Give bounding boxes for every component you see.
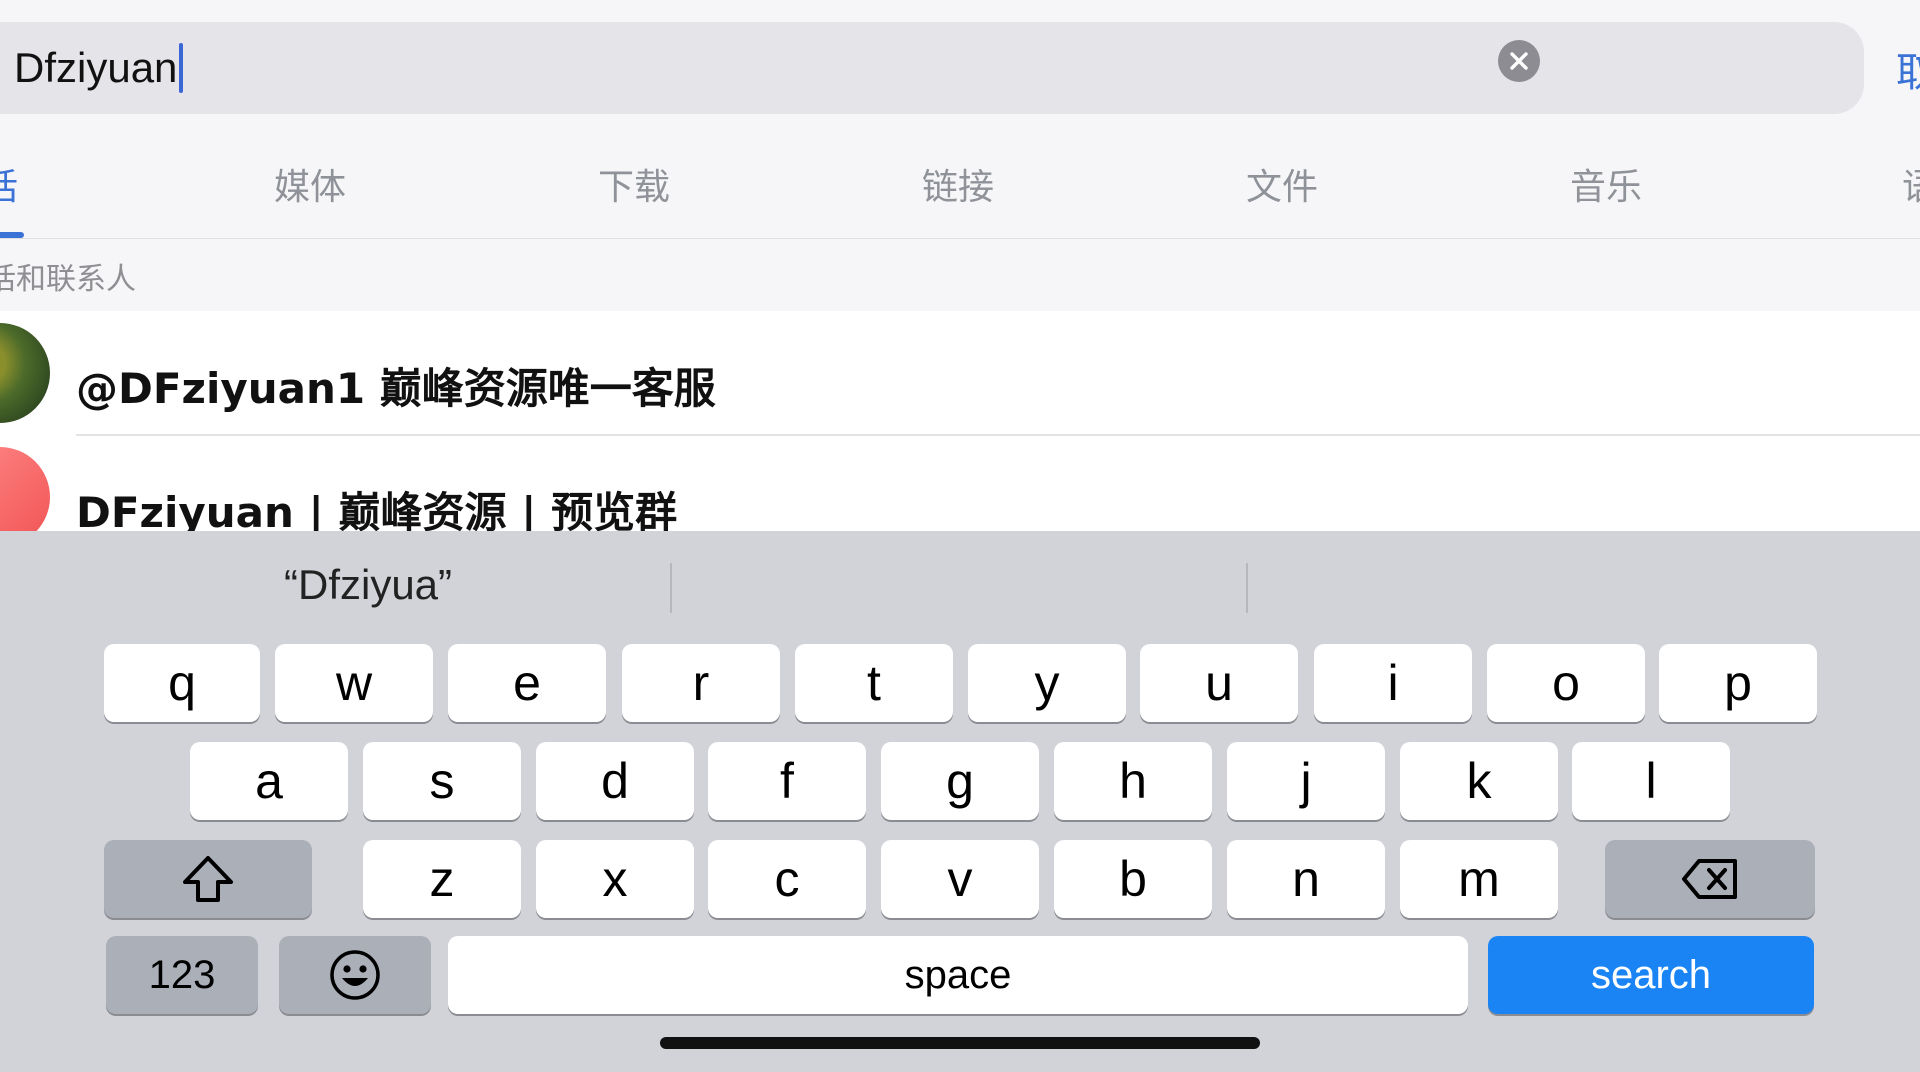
tab-media[interactable]: 媒体 xyxy=(230,158,390,210)
cancel-button[interactable]: 取消 xyxy=(1896,40,1920,98)
row-divider xyxy=(76,434,1920,436)
key-b[interactable]: b xyxy=(1054,840,1212,918)
tab-chats[interactable]: 话 xyxy=(0,158,80,210)
tab-downloads[interactable]: 下载 xyxy=(554,158,714,210)
key-k[interactable]: k xyxy=(1400,742,1558,820)
keyboard: “Dfziyua” q w e r t y u i o p a s d f g … xyxy=(0,531,1920,1072)
clear-search-button[interactable] xyxy=(1498,40,1540,82)
key-y[interactable]: y xyxy=(968,644,1126,722)
key-o[interactable]: o xyxy=(1487,644,1645,722)
avatar xyxy=(0,323,50,423)
key-r[interactable]: r xyxy=(622,644,780,722)
list-item[interactable]: @DFziyuan1 巅峰资源唯一客服 xyxy=(0,323,1920,443)
key-p[interactable]: p xyxy=(1659,644,1817,722)
tab-links[interactable]: 链接 xyxy=(878,158,1038,210)
search-key[interactable]: search xyxy=(1488,936,1814,1014)
predictive-suggestion[interactable]: “Dfziyua” xyxy=(284,561,452,609)
key-u[interactable]: u xyxy=(1140,644,1298,722)
section-header: 话和联系人 xyxy=(0,262,136,297)
key-j[interactable]: j xyxy=(1227,742,1385,820)
home-indicator xyxy=(660,1037,1260,1049)
key-x[interactable]: x xyxy=(536,840,694,918)
delete-key[interactable] xyxy=(1605,840,1815,918)
key-w[interactable]: w xyxy=(275,644,433,722)
key-f[interactable]: f xyxy=(708,742,866,820)
key-e[interactable]: e xyxy=(448,644,606,722)
key-t[interactable]: t xyxy=(795,644,953,722)
key-z[interactable]: z xyxy=(363,840,521,918)
filter-tabs: 话 媒体 下载 链接 文件 音乐 语 xyxy=(0,150,1920,238)
key-d[interactable]: d xyxy=(536,742,694,820)
tab-files[interactable]: 文件 xyxy=(1202,158,1362,210)
backspace-icon xyxy=(1682,859,1737,899)
suggestion-divider xyxy=(1246,563,1248,613)
emoji-key[interactable] xyxy=(279,936,431,1014)
emoji-icon xyxy=(330,950,380,1000)
suggestion-divider xyxy=(670,563,672,613)
search-input[interactable]: Dfziyuan xyxy=(14,42,184,94)
numbers-key[interactable]: 123 xyxy=(106,936,258,1014)
key-q[interactable]: q xyxy=(104,644,260,722)
shift-key[interactable] xyxy=(104,840,312,918)
shift-icon xyxy=(183,856,233,902)
search-results: @DFziyuan1 巅峰资源唯一客服 D DFziyuan | 巅峰资源 | … xyxy=(0,311,1920,547)
key-i[interactable]: i xyxy=(1314,644,1472,722)
key-c[interactable]: c xyxy=(708,840,866,918)
key-l[interactable]: l xyxy=(1572,742,1730,820)
space-key[interactable]: space xyxy=(448,936,1468,1014)
key-g[interactable]: g xyxy=(881,742,1039,820)
key-s[interactable]: s xyxy=(363,742,521,820)
tab-voice[interactable]: 语 xyxy=(1840,158,1920,210)
tab-music[interactable]: 音乐 xyxy=(1526,158,1686,210)
text-caret xyxy=(179,43,184,93)
key-n[interactable]: n xyxy=(1227,840,1385,918)
key-v[interactable]: v xyxy=(881,840,1039,918)
close-icon xyxy=(1510,52,1528,70)
tabs-divider xyxy=(0,238,1920,239)
search-field[interactable]: Dfziyuan xyxy=(0,22,1864,114)
result-title: @DFziyuan1 巅峰资源唯一客服 xyxy=(76,364,716,413)
key-m[interactable]: m xyxy=(1400,840,1558,918)
key-a[interactable]: a xyxy=(190,742,348,820)
search-header: Dfziyuan 取消 话 媒体 下载 链接 文件 音乐 语 话和联系人 xyxy=(0,0,1920,311)
search-query-text: Dfziyuan xyxy=(14,44,178,91)
key-h[interactable]: h xyxy=(1054,742,1212,820)
